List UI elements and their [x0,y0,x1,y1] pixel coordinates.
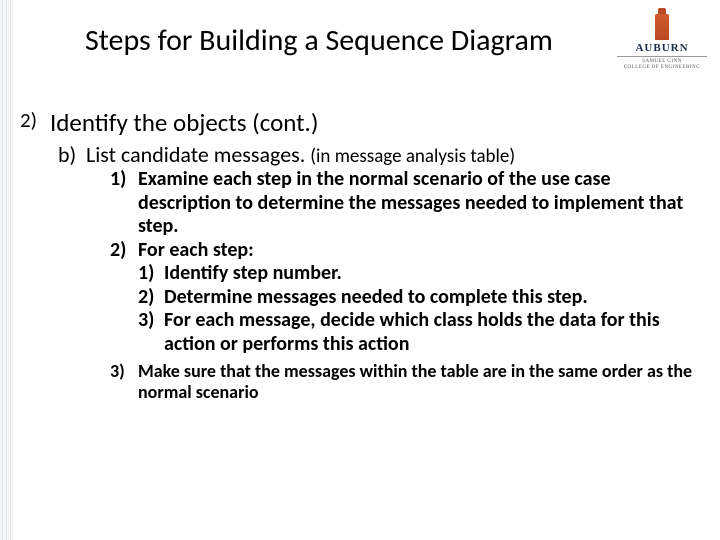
sub-2-3: 3) For each message, decide which class … [138,309,696,356]
item-b-paren: (in message analysis table) [310,145,515,168]
slide-title: Steps for Building a Sequence Diagram [85,22,553,59]
sub-2-1-num: 1) [138,262,164,286]
item-b: b) List candidate messages. (in message … [58,142,696,168]
sub-2-1-text: Identify step number. [164,262,696,286]
step-2: 2) Identify the objects (cont.) [18,108,696,138]
sub-2: 2) For each step: [110,239,696,263]
tower-icon [655,14,669,40]
sub-3: 3) Make sure that the messages within th… [110,361,696,403]
logo-sub-1: SAMUEL GINN [642,59,682,64]
auburn-logo: AUBURN SAMUEL GINN COLLEGE OF ENGINEERIN… [622,14,702,70]
sub-2-text: For each step: [138,239,696,263]
sub-1: 1) Examine each step in the normal scena… [110,168,696,239]
item-b-text: List candidate messages. (in message ana… [86,142,696,168]
slide-body: 2) Identify the objects (cont.) b) List … [18,108,696,403]
step-2-text: Identify the objects (cont.) [50,108,696,138]
sub-2-3-num: 3) [138,309,164,356]
sub-1-num: 1) [110,168,138,239]
sub-2-2-text: Determine messages needed to complete th… [164,286,696,310]
item-b-main: List candidate messages. [86,141,305,168]
sub-2-1: 1) Identify step number. [138,262,696,286]
step-2-num: 2) [18,108,50,138]
logo-wordmark: AUBURN [635,42,688,54]
logo-subline: SAMUEL GINN COLLEGE OF ENGINEERING [617,56,707,70]
logo-sub-2: COLLEGE OF ENGINEERING [624,65,701,70]
sub-2-num: 2) [110,239,138,263]
sub-2-3-text: For each message, decide which class hol… [164,309,696,356]
sub-3-text: Make sure that the messages within the t… [138,361,696,403]
sub-2-2-num: 2) [138,286,164,310]
sub-1-text: Examine each step in the normal scenario… [138,168,696,239]
sub-2-2: 2) Determine messages needed to complete… [138,286,696,310]
item-b-num: b) [58,142,86,168]
decorative-left-stripe [0,0,14,540]
sub-3-num: 3) [110,361,138,403]
